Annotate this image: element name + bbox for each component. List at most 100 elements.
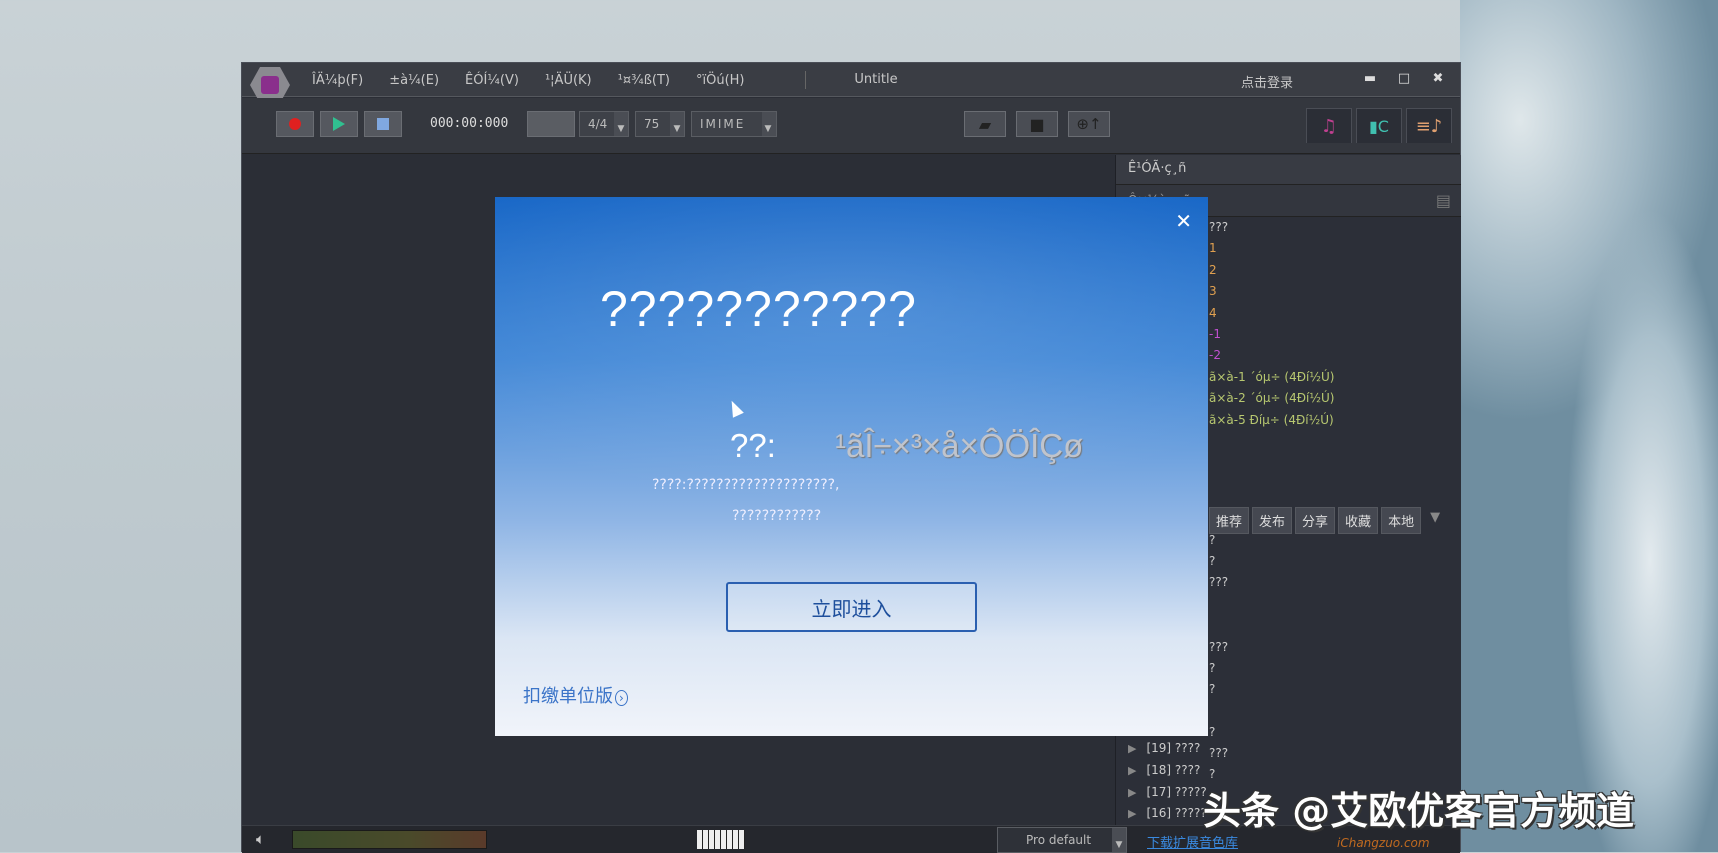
region-value[interactable]: ¹ãÎ÷×³×å×ÔÖÎÇø [835,427,1083,465]
menu-help[interactable]: °ïÖú(H) [696,73,745,88]
chevron-down-icon: ▼ [762,112,776,136]
style-list-item[interactable]: 3 [1209,281,1461,302]
expand-arrow-icon: ▶ [1128,764,1137,777]
list-item-label: [16] ????? [1146,806,1207,820]
list-item[interactable]: ▶ [18] ???? [1128,763,1200,777]
minimize-icon[interactable]: ▬ [1360,71,1380,86]
site-watermark: iChangzuo.com [1337,836,1430,850]
withholding-unit-label: 扣缴单位版 [523,686,613,707]
list-item-label: [18] ???? [1146,763,1201,777]
time-display: 000:00:000 [430,116,509,131]
tempo-value: 75 [644,117,660,131]
tab-recommended[interactable]: 推荐 [1209,507,1250,534]
beat-value: 4/4 [588,117,608,131]
panel-header: Ê¹ÓÃ·ç¸ñ [1116,155,1461,185]
region-label: ??: [730,427,776,464]
style-list-item[interactable]: -2 [1209,345,1461,366]
floppy-disk-icon: ■ [1029,114,1045,134]
record-icon [289,118,301,130]
chevron-right-circle-icon: › [615,690,628,706]
close-icon[interactable]: ✕ [1175,209,1192,233]
menu-bar: ÎÄ¼þ(F) ±à¼­(E) ÊÓÍ¼(V) ¹¦ÄÜ(K) ¹¤¾ß(T) … [312,63,745,97]
meter-box [527,111,575,137]
chevron-down-icon: ▼ [1112,828,1126,852]
menu-edit[interactable]: ±à¼­(E) [389,73,439,88]
login-dialog: ✕ ??????????? ??: ¹ãÎ÷×³×å×ÔÖÎÇø ????:??… [495,197,1208,736]
piano-keyboard-icon[interactable] [697,830,745,849]
dialog-title: ??????????? [600,281,917,337]
speaker-icon[interactable]: 🔈︎ [256,830,265,848]
menu-file[interactable]: ÎÄ¼þ(F) [312,73,363,88]
dialog-description: ????:????????????????????, [652,477,840,493]
login-link[interactable]: 点击登录 [1241,72,1293,91]
tab-chord[interactable]: ▮C [1356,108,1402,143]
stop-button[interactable] [364,111,402,137]
tab-shared[interactable]: 分享 [1295,507,1336,534]
divider [805,71,806,89]
record-button[interactable] [276,111,314,137]
chevron-down-icon: ▼ [614,112,628,136]
expand-arrow-icon: ▶ [1128,742,1137,755]
input-method-select[interactable]: IMIME ▼ [691,111,777,137]
chevron-down-icon[interactable]: ▼ [1424,507,1446,534]
withholding-unit-link[interactable]: 扣缴单位版 › [523,682,628,708]
upload-button[interactable]: ⊕↑ [1068,111,1110,137]
style-list-item[interactable]: ã×à-5 Ðíµ÷ (4Ðí½Ú) [1209,410,1461,431]
list-item[interactable]: ▶ [19] ???? [1128,741,1200,755]
toolbar: 000:00:000 4/4 ▼ 75 ▼ IMIME ▼ ▰ ■ ⊕↑ ♫ ▮C ≡… [242,98,1460,154]
tab-published[interactable]: 发布 [1252,507,1293,534]
tab-music-style[interactable]: ♫ [1306,108,1352,143]
enter-now-button[interactable]: 立即进入 [726,582,977,632]
list-item[interactable]: ??? [1209,746,1228,760]
menu-tools[interactable]: ¹¤¾ß(T) [618,73,670,88]
menu-view[interactable]: ÊÓÍ¼(V) [465,73,519,88]
style-list-item[interactable]: 2 [1209,260,1461,281]
list-item[interactable]: ??? [1209,575,1228,589]
list-item[interactable]: ? [1209,767,1215,781]
style-list-item[interactable]: ??? [1209,217,1461,238]
dialog-description-2: ???????????? [732,508,822,524]
list-item[interactable]: ? [1209,533,1215,547]
style-list-item[interactable]: ã×à-1 ´óµ÷ (4Ðí½Ú) [1209,367,1461,388]
expand-arrow-icon: ▶ [1128,786,1137,799]
list-item-label: [19] ???? [1146,741,1201,755]
save-button[interactable]: ■ [1016,111,1058,137]
input-method-value: IMIME [700,117,746,131]
list-item-label: [17] ????? [1146,785,1207,799]
maximize-icon[interactable]: □ [1394,71,1414,86]
open-button[interactable]: ▰ [964,111,1006,137]
style-list-item[interactable]: ã×à-2 ´óµ÷ (4Ðí½Ú) [1209,388,1461,409]
expand-arrow-icon: ▶ [1128,807,1137,820]
style-list-item[interactable]: 1 [1209,238,1461,259]
folder-icon: ▰ [978,114,992,134]
title-bar: ÎÄ¼þ(F) ±à¼­(E) ÊÓÍ¼(V) ¹¦ÄÜ(K) ¹¤¾ß(T) … [242,63,1460,103]
beat-select[interactable]: 4/4 ▼ [579,111,629,137]
tempo-select[interactable]: 75 ▼ [635,111,685,137]
volume-meter[interactable] [292,830,487,849]
chevron-down-icon: ▼ [670,112,684,136]
list-item[interactable]: ▶ [17] ????? [1128,785,1207,799]
document-icon[interactable]: ▤ [1436,191,1451,210]
list-item[interactable]: ? [1209,661,1215,675]
globe-upload-icon: ⊕↑ [1076,115,1102,133]
menu-function[interactable]: ¹¦ÄÜ(K) [545,73,592,88]
desktop-wallpaper [1460,0,1718,852]
style-list-item[interactable]: -1 [1209,324,1461,345]
stop-icon [377,118,389,130]
play-button[interactable] [320,111,358,137]
tab-local[interactable]: 本地 [1381,507,1422,534]
list-item[interactable]: ??? [1209,640,1228,654]
preset-select[interactable]: Pro default ▼ [997,827,1127,853]
watermark-text: 头条 @艾欧优客官方频道 [1203,789,1635,833]
style-list-item[interactable]: 4 [1209,303,1461,324]
list-item[interactable]: ? [1209,554,1215,568]
library-tabs: 推荐 发布 分享 收藏 本地 ▼ [1209,507,1446,534]
play-icon [333,117,345,131]
list-item[interactable]: ? [1209,725,1215,739]
close-icon[interactable]: ✖ [1428,71,1448,86]
list-item[interactable]: ▶ [16] ????? [1128,806,1207,820]
preset-value: Pro default [1026,833,1092,847]
tab-score[interactable]: ≡♪ [1406,108,1452,143]
list-item[interactable]: ? [1209,682,1215,696]
tab-favorites[interactable]: 收藏 [1338,507,1379,534]
